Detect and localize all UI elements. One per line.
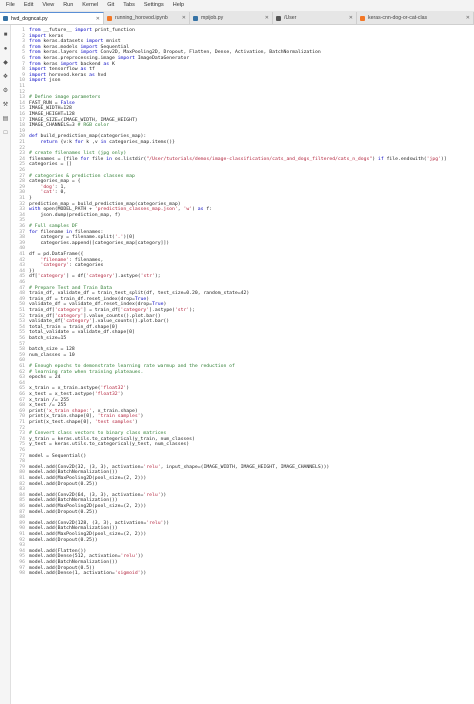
page-icon[interactable]: □ xyxy=(2,129,9,136)
menu-item-help[interactable]: Help xyxy=(173,0,184,11)
close-icon[interactable]: ✕ xyxy=(265,15,269,21)
tab-bar: hvd_dogncat.py ✕ running_horovod.ipynb ✕ mpi… xyxy=(0,11,474,25)
running-icon[interactable]: ● xyxy=(2,45,9,52)
file-type-icon xyxy=(276,15,281,21)
tab-label: mpijob.py xyxy=(201,15,224,21)
menu-item-git[interactable]: Git xyxy=(107,0,114,11)
menu-bar: File Edit View Run Kernel Git Tabs Settings Help xyxy=(0,0,474,11)
code-line[interactable]: 98 model.add(Dense(1, activation='sigmoid… xyxy=(11,571,474,577)
file-type-icon xyxy=(3,16,8,21)
close-icon[interactable]: ✕ xyxy=(182,15,186,21)
menu-item-file[interactable]: File xyxy=(6,0,15,11)
tab-5[interactable]: keras-cnn-dog-or-cat-clas ✕ xyxy=(357,12,474,24)
file-type-icon xyxy=(360,15,365,21)
tab-label: running_horovod.ipynb xyxy=(115,15,168,21)
tab-4[interactable]: /User ✕ xyxy=(273,12,357,24)
wrench-icon[interactable]: ⚒ xyxy=(2,101,9,108)
left-sidebar: ■ ● ◆ ❖ ⚙ ⚒ ▤ □ xyxy=(0,25,11,704)
tabs-icon[interactable]: ▤ xyxy=(2,115,9,122)
code-text: model.add(Dense(1, activation='sigmoid')… xyxy=(29,571,147,577)
tab-3[interactable]: mpijob.py ✕ xyxy=(190,12,273,24)
menu-item-edit[interactable]: Edit xyxy=(24,0,33,11)
tab-2[interactable]: running_horovod.ipynb ✕ xyxy=(104,12,190,24)
close-icon[interactable]: ✕ xyxy=(96,16,100,22)
close-icon[interactable]: ✕ xyxy=(466,15,470,21)
menu-item-tabs[interactable]: Tabs xyxy=(123,0,135,11)
code-editor[interactable]: 1 from __future__ import print_function 2 i… xyxy=(11,25,474,704)
extension-icon[interactable]: ❖ xyxy=(2,73,9,80)
close-icon[interactable]: ✕ xyxy=(349,15,353,21)
tab-1[interactable]: hvd_dogncat.py ✕ xyxy=(0,12,104,24)
menu-item-settings[interactable]: Settings xyxy=(144,0,164,11)
file-type-icon xyxy=(193,15,198,21)
git-icon[interactable]: ◆ xyxy=(2,59,9,66)
tab-label: hvd_dogncat.py xyxy=(11,15,48,22)
tab-label: keras-cnn-dog-or-cat-clas xyxy=(368,15,428,21)
menu-item-kernel[interactable]: Kernel xyxy=(82,0,98,11)
line-number: 98 xyxy=(19,571,25,577)
folder-icon[interactable]: ■ xyxy=(2,31,9,38)
menu-item-run[interactable]: Run xyxy=(63,0,73,11)
menu-item-view[interactable]: View xyxy=(42,0,54,11)
tools-icon[interactable]: ⚙ xyxy=(2,87,9,94)
file-type-icon xyxy=(107,15,112,21)
tab-label: /User xyxy=(284,15,297,21)
